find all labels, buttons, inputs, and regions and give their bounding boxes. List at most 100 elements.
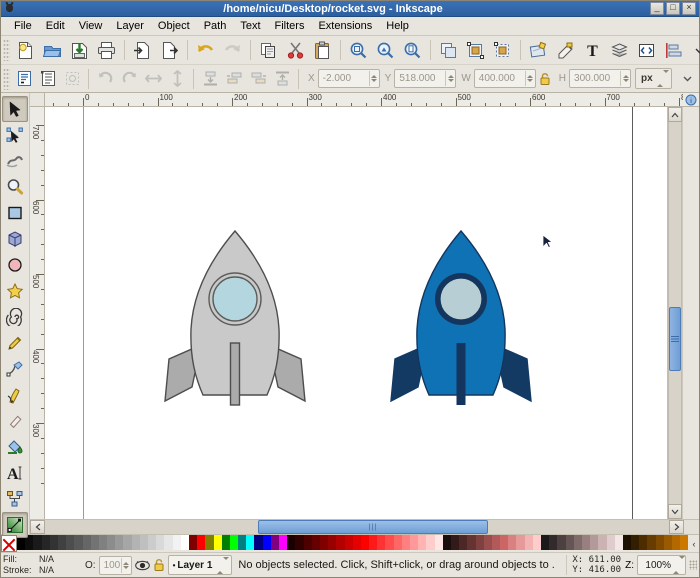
palette-swatch[interactable] xyxy=(319,535,329,550)
palette-swatch[interactable] xyxy=(262,535,271,550)
palette-swatch[interactable] xyxy=(156,535,165,550)
palette-swatch[interactable] xyxy=(532,535,541,550)
palette-swatch[interactable] xyxy=(172,535,181,550)
palette-swatch[interactable] xyxy=(672,535,681,550)
palette-swatch[interactable] xyxy=(148,535,157,550)
menu-layer[interactable]: Layer xyxy=(109,19,151,34)
object-properties-icon[interactable] xyxy=(525,37,552,63)
palette-swatch[interactable] xyxy=(41,535,50,550)
palette-swatch[interactable] xyxy=(442,535,451,550)
zoom-tool-icon[interactable] xyxy=(2,174,28,200)
paste-icon[interactable] xyxy=(309,37,336,63)
palette-swatch[interactable] xyxy=(107,535,116,550)
palette-swatch[interactable] xyxy=(74,535,83,550)
palette-swatch[interactable] xyxy=(655,535,664,550)
star-tool-icon[interactable] xyxy=(2,278,28,304)
palette-swatch[interactable] xyxy=(229,535,239,550)
units-spinner[interactable] xyxy=(656,70,669,87)
palette-swatch[interactable] xyxy=(410,535,419,550)
palette-swatch[interactable] xyxy=(254,535,263,550)
drawing-canvas[interactable] xyxy=(45,107,667,519)
palette-swatch[interactable] xyxy=(549,535,558,550)
palette-swatch[interactable] xyxy=(622,535,632,550)
ellipse-tool-icon[interactable] xyxy=(2,252,28,278)
units-selector[interactable]: px xyxy=(635,68,672,89)
lock-icon[interactable] xyxy=(539,70,551,88)
palette-swatch[interactable] xyxy=(606,535,615,550)
palette-swatch[interactable] xyxy=(573,535,582,550)
palette-swatch[interactable] xyxy=(82,535,91,550)
palette-swatch[interactable] xyxy=(139,535,148,550)
palette-swatch[interactable] xyxy=(590,535,599,550)
palette-swatch[interactable] xyxy=(491,535,501,550)
layer-selector[interactable]: • Layer 1 xyxy=(167,555,233,575)
menu-filters[interactable]: Filters xyxy=(268,19,312,34)
palette-swatch[interactable] xyxy=(295,535,304,550)
palette-swatch[interactable] xyxy=(557,535,566,550)
palette-swatch[interactable] xyxy=(213,535,222,550)
copy-icon[interactable] xyxy=(255,37,282,63)
xml-editor-icon[interactable] xyxy=(633,37,660,63)
opacity-control[interactable]: O: xyxy=(85,555,132,575)
eraser-tool-icon[interactable] xyxy=(2,408,28,434)
toolbar-overflow-icon[interactable] xyxy=(676,67,700,91)
palette-swatch[interactable] xyxy=(459,535,468,550)
palette-swatch[interactable] xyxy=(303,535,312,550)
y-spinner[interactable] xyxy=(445,71,455,86)
vertical-scrollbar[interactable] xyxy=(667,107,682,519)
palette-swatch[interactable] xyxy=(344,535,353,550)
palette-swatches[interactable] xyxy=(17,535,689,552)
menu-text[interactable]: Text xyxy=(233,19,267,34)
text-tool-icon[interactable]: A xyxy=(2,460,28,486)
select-all-layers-icon[interactable] xyxy=(36,67,60,91)
palette-swatch[interactable] xyxy=(541,535,550,550)
spiral-tool-icon[interactable] xyxy=(2,304,28,330)
box3d-tool-icon[interactable] xyxy=(2,226,28,252)
rotate-cw-icon[interactable] xyxy=(117,67,141,91)
vertical-scroll-track[interactable] xyxy=(668,122,682,504)
layers-icon[interactable] xyxy=(606,37,633,63)
palette-swatch[interactable] xyxy=(516,535,525,550)
palette-swatch[interactable] xyxy=(475,535,484,550)
fill-stroke-indicator[interactable]: Fill: N/A Stroke: N/A xyxy=(3,554,81,576)
deselect-icon[interactable] xyxy=(60,67,84,91)
group-icon[interactable] xyxy=(462,37,489,63)
undo-icon[interactable] xyxy=(192,37,219,63)
palette-swatch[interactable] xyxy=(287,535,296,550)
palette-swatch[interactable] xyxy=(467,535,476,550)
h-field[interactable] xyxy=(569,69,632,88)
maximize-button[interactable]: □ xyxy=(666,2,680,15)
palette-scroll-icon[interactable]: ‹ xyxy=(689,535,699,552)
fill-stroke-icon[interactable] xyxy=(552,37,579,63)
h-spinner[interactable] xyxy=(620,71,630,86)
node-tool-icon[interactable] xyxy=(2,122,28,148)
palette-swatch[interactable] xyxy=(598,535,607,550)
palette-swatch[interactable] xyxy=(352,535,361,550)
rotate-ccw-icon[interactable] xyxy=(93,67,117,91)
palette-swatch[interactable] xyxy=(369,535,378,550)
select-all-icon[interactable] xyxy=(12,67,36,91)
palette-swatch[interactable] xyxy=(205,535,214,550)
menu-object[interactable]: Object xyxy=(151,19,197,34)
palette-swatch[interactable] xyxy=(49,535,58,550)
export-icon[interactable] xyxy=(156,37,183,63)
open-document-icon[interactable] xyxy=(39,37,66,63)
zoom-selection-icon[interactable] xyxy=(345,37,372,63)
palette-swatch[interactable] xyxy=(221,535,230,550)
paintbucket-tool-icon[interactable] xyxy=(2,434,28,460)
palette-swatch[interactable] xyxy=(98,535,108,550)
menu-help[interactable]: Help xyxy=(379,19,416,34)
vertical-scroll-thumb[interactable] xyxy=(669,307,681,371)
w-field[interactable] xyxy=(473,69,536,88)
selector-tool-icon[interactable] xyxy=(2,96,28,122)
redo-icon[interactable] xyxy=(219,37,246,63)
duplicate-icon[interactable] xyxy=(435,37,462,63)
palette-swatch[interactable] xyxy=(336,535,345,550)
y-field[interactable] xyxy=(394,69,457,88)
menu-extensions[interactable]: Extensions xyxy=(311,19,379,34)
palette-swatch[interactable] xyxy=(418,535,427,550)
menu-view[interactable]: View xyxy=(72,19,110,34)
palette-swatch[interactable] xyxy=(328,535,337,550)
palette-swatch[interactable] xyxy=(360,535,370,550)
raise-icon[interactable] xyxy=(246,67,270,91)
